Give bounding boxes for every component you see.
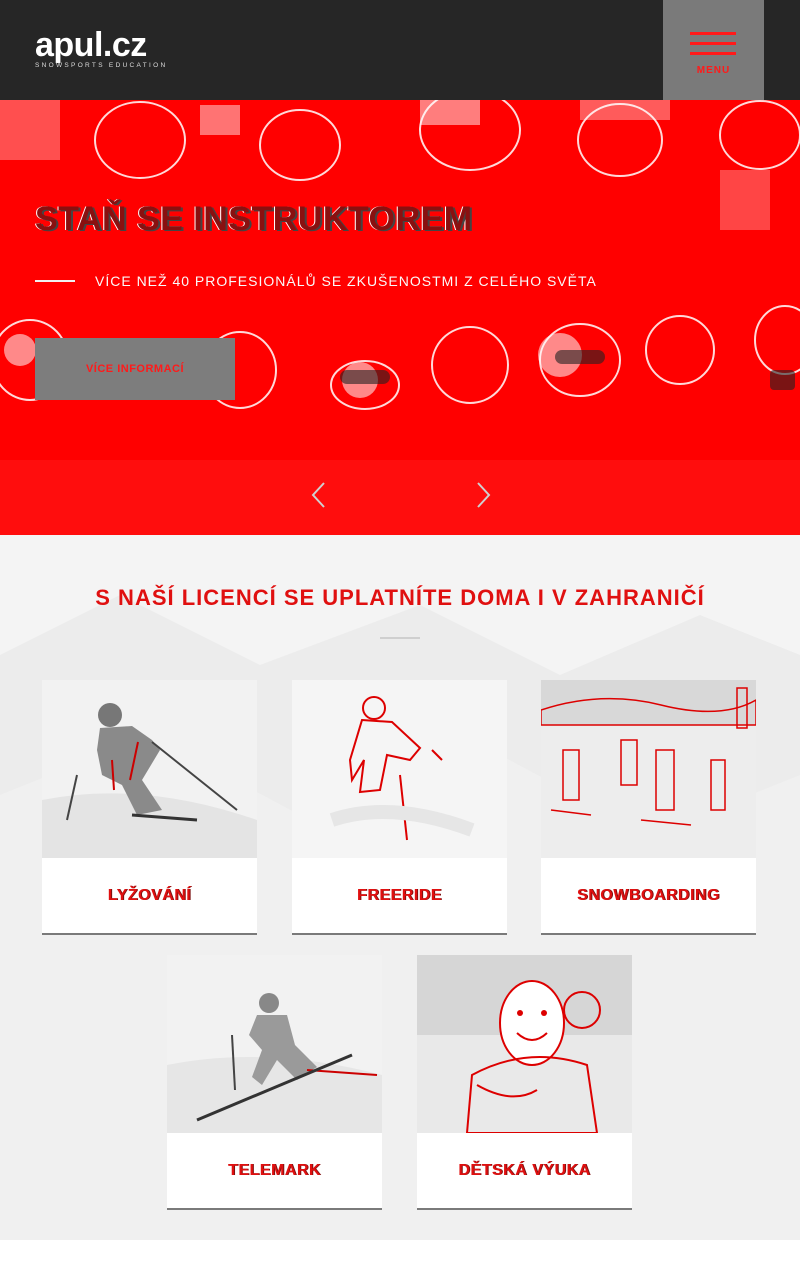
card-label: TELEMARK xyxy=(228,1161,321,1179)
card-freeride[interactable]: FREERIDE xyxy=(292,680,507,935)
slider-prev-button[interactable] xyxy=(308,480,330,510)
card-label: DĚTSKÁ VÝUKA xyxy=(458,1161,591,1179)
logo-tagline: SNOWSPORTS EDUCATION xyxy=(35,62,168,69)
card-label: FREERIDE xyxy=(357,886,442,904)
hero-subtitle: VÍCE NEŽ 40 PROFESIONÁLŮ SE ZKUŠENOSTMI … xyxy=(95,273,597,289)
card-kids-lessons[interactable]: DĚTSKÁ VÝUKA xyxy=(417,955,632,1210)
chevron-left-icon xyxy=(311,482,325,508)
site-header: apul.cz SNOWSPORTS EDUCATION MENU xyxy=(0,0,800,100)
hamburger-icon xyxy=(690,32,736,62)
slider-next-button[interactable] xyxy=(472,480,494,510)
card-telemark[interactable]: TELEMARK xyxy=(167,955,382,1210)
menu-label: MENU xyxy=(696,65,731,76)
section-title: S NAŠÍ LICENCÍ SE UPLATNÍTE DOMA I V ZAH… xyxy=(95,585,705,610)
telemark-image xyxy=(167,955,382,1133)
more-info-button[interactable]: VÍCE INFORMACÍ xyxy=(35,338,235,400)
chevron-right-icon xyxy=(477,482,491,508)
menu-button[interactable]: MENU xyxy=(663,0,764,100)
card-label: SNOWBOARDING xyxy=(577,886,720,904)
hero-background-image xyxy=(0,100,800,535)
card-label: LYŽOVÁNÍ xyxy=(107,886,192,904)
card-snowboarding[interactable]: SNOWBOARDING xyxy=(541,680,756,935)
skiing-image xyxy=(42,680,257,858)
hero-divider xyxy=(35,280,75,282)
kids-lessons-image xyxy=(417,955,632,1133)
freeride-image xyxy=(292,680,507,858)
hero-slider: STAŇ SE INSTRUKTOREM VÍCE NEŽ 40 PROFESI… xyxy=(0,100,800,535)
logo[interactable]: apul.cz SNOWSPORTS EDUCATION xyxy=(35,26,168,69)
logo-text: apul.cz xyxy=(35,26,147,64)
disciplines-section: S NAŠÍ LICENCÍ SE UPLATNÍTE DOMA I V ZAH… xyxy=(0,535,800,1240)
footer-spacer xyxy=(0,1240,800,1280)
hero-title: STAŇ SE INSTRUKTOREM xyxy=(35,200,473,238)
card-skiing[interactable]: LYŽOVÁNÍ xyxy=(42,680,257,935)
section-divider xyxy=(380,637,420,639)
snowboarding-image xyxy=(541,680,756,858)
